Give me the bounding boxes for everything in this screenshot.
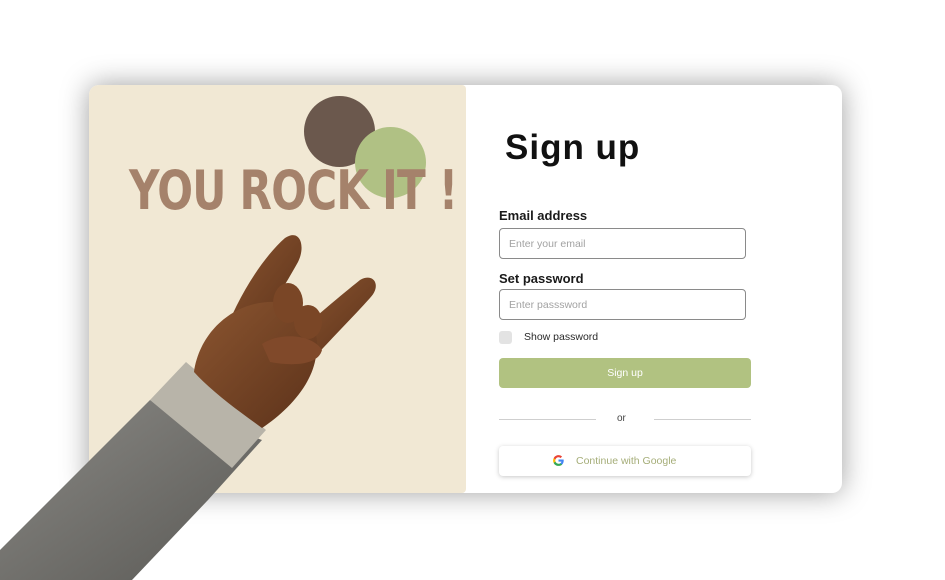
password-input[interactable] (499, 289, 746, 320)
password-label: Set password (499, 271, 584, 286)
google-g-icon (553, 455, 564, 466)
email-label: Email address (499, 208, 588, 223)
show-password-label: Show password (524, 331, 599, 343)
signup-page: YOU ROCK IT ! Sign up Email address Ente… (0, 0, 945, 580)
curled-finger-shape (294, 305, 322, 339)
google-signin-button[interactable]: Continue with Google (499, 446, 751, 476)
divider-text: or (617, 413, 626, 424)
google-button-label: Continue with Google (576, 455, 677, 467)
email-input[interactable] (499, 228, 746, 259)
divider-line-left (499, 419, 596, 420)
signup-form: Sign up Email address Set password Show … (499, 0, 759, 580)
divider-line-right (654, 419, 751, 420)
show-password-checkbox[interactable] (499, 331, 512, 344)
form-title: Sign up (505, 128, 641, 167)
hero-headline: YOU ROCK IT ! (129, 159, 458, 222)
signup-button[interactable]: Sign up (499, 358, 751, 388)
